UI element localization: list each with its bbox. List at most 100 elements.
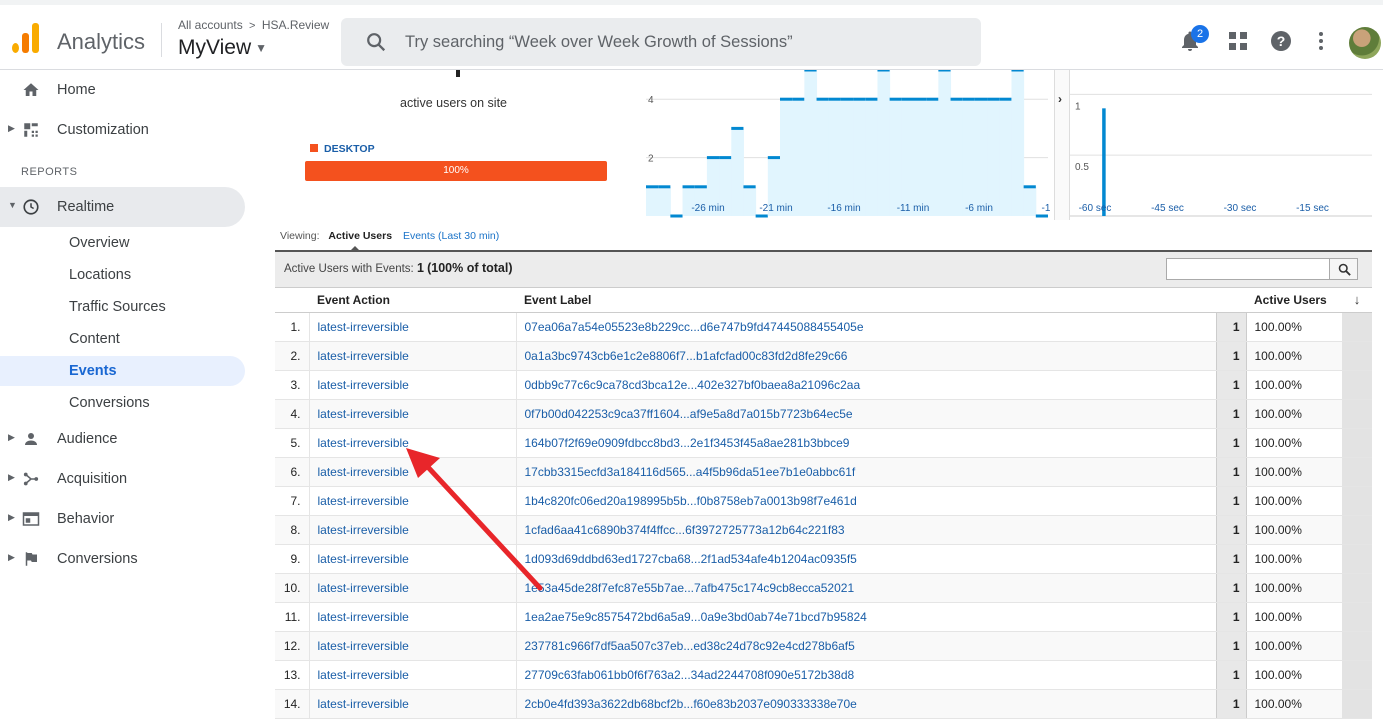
row-event-label[interactable]: 07ea06a7a54e05523e8b229cc...d6e747b9fd47… xyxy=(516,312,1217,342)
sidebar-item-conversions[interactable]: ▶ Conversions xyxy=(0,539,245,579)
chart-bar xyxy=(743,186,757,216)
sidebar-item-behavior[interactable]: ▶ Behavior xyxy=(0,499,245,539)
analytics-logo[interactable] xyxy=(12,23,40,53)
sidebar-subitem-events[interactable]: Events xyxy=(0,356,245,386)
y-tick-label: 4 xyxy=(648,95,654,106)
row-event-action[interactable]: latest-irreversible xyxy=(309,312,517,342)
chart-bar xyxy=(1102,108,1106,216)
row-event-label[interactable]: 164b07f2f69e0909fdbcc8bd3...2e1f3453f45a… xyxy=(516,428,1217,458)
row-active-users-percent: 100.00% xyxy=(1246,486,1342,516)
crumb-account[interactable]: HSA.Review xyxy=(262,18,329,32)
active-users-count-clip xyxy=(456,70,460,77)
sidebar: Home ▶ Customization REPORTS ▼ Realtime … xyxy=(0,70,270,703)
chart-bar xyxy=(780,99,793,216)
row-event-label[interactable]: 2cb0e4fd393a3622db68bcf2b...f60e83b2037e… xyxy=(516,689,1217,719)
breadcrumb[interactable]: All accounts > HSA.Review xyxy=(178,18,329,32)
row-event-label[interactable]: 0f7b00d042253c9ca37ff1604...af9e5a8d7a01… xyxy=(516,399,1217,429)
crumb-all-accounts[interactable]: All accounts xyxy=(178,18,243,32)
x-tick-label: -21 min xyxy=(759,203,792,214)
chart-bar xyxy=(816,99,830,216)
sidebar-item-realtime[interactable]: ▼ Realtime xyxy=(0,187,245,227)
table-row[interactable]: 12. latest-irreversible 237781c966f7df5aa5… xyxy=(275,631,1372,661)
y-tick-label: 2 xyxy=(648,154,654,165)
sidebar-item-home[interactable]: Home xyxy=(0,70,245,110)
row-event-label[interactable]: 17cbb3315ecfd3a184116d565...a4f5b96da51e… xyxy=(516,457,1217,487)
row-event-label[interactable]: 27709c63fab061bb0f6f763a2...34ad2244708f… xyxy=(516,660,1217,690)
row-event-label[interactable]: 1ea2ae75e9c8575472bd6a5a9...0a9e3bd0ab74… xyxy=(516,602,1217,632)
table-row[interactable]: 11. latest-irreversible 1ea2ae75e9c8575472… xyxy=(275,602,1372,632)
chart-panel-separator[interactable]: › xyxy=(1054,70,1070,220)
row-event-action[interactable]: latest-irreversible xyxy=(309,399,517,429)
table-filter-button[interactable] xyxy=(1329,258,1358,280)
view-name: MyView xyxy=(178,36,252,59)
header-event-label[interactable]: Event Label xyxy=(516,288,1216,313)
row-active-users-percent: 100.00% xyxy=(1246,660,1342,690)
header-event-action[interactable]: Event Action xyxy=(309,288,516,313)
row-active-users-percent: 100.00% xyxy=(1246,631,1342,661)
active-users-caption: active users on site xyxy=(400,96,507,110)
row-active-users-percent: 100.00% xyxy=(1246,370,1342,400)
sort-arrow-icon[interactable]: ↓ xyxy=(1342,288,1372,313)
more-vert-icon[interactable] xyxy=(1309,29,1333,53)
row-event-label[interactable]: 1b4c820fc06ed20a198995b5b...f0b8758eb7a0… xyxy=(516,486,1217,516)
row-bar-cell xyxy=(1342,428,1372,458)
help-icon[interactable]: ? xyxy=(1269,29,1293,53)
row-event-label[interactable]: 0a1a3bc9743cb6e1c2e8806f7...b1afcfad00c8… xyxy=(516,341,1217,371)
table-row[interactable]: 14. latest-irreversible 2cb0e4fd393a3622db… xyxy=(275,689,1372,719)
table-row[interactable]: 3. latest-irreversible 0dbb9c77c6c9ca78cd3… xyxy=(275,370,1372,400)
chart-bar xyxy=(1023,186,1037,216)
sidebar-subitem-locations[interactable]: Locations xyxy=(0,260,245,290)
chart-bar xyxy=(865,99,878,216)
chart-bar xyxy=(938,70,952,216)
header-active-users[interactable]: Active Users xyxy=(1246,288,1342,313)
sidebar-subitem-conversions[interactable]: Conversions xyxy=(0,388,245,418)
view-selector[interactable]: MyView ▼ xyxy=(178,36,267,60)
sidebar-item-acquisition[interactable]: ▶ Acquisition xyxy=(0,459,245,499)
sidebar-subitem-overview[interactable]: Overview xyxy=(0,228,245,258)
table-row[interactable]: 1. latest-irreversible 07ea06a7a54e05523e8… xyxy=(275,312,1372,342)
row-event-label[interactable]: 1d093d69ddbd63ed1727cba68...2f1ad534afe4… xyxy=(516,544,1217,574)
row-event-action[interactable]: latest-irreversible xyxy=(309,689,517,719)
sidebar-item-customization[interactable]: ▶ Customization xyxy=(0,110,245,150)
avatar[interactable] xyxy=(1349,27,1381,59)
row-event-label[interactable]: 1e53a45de28f7efc87e55b7ae...7afb475c174c… xyxy=(516,573,1217,603)
table-header-row: Event Action Event Label Active Users ↓ xyxy=(275,288,1372,313)
row-index: 5. xyxy=(275,428,310,458)
chart-bar xyxy=(877,70,891,216)
per-minute-chart: 4 2 -26 min -21 min -16 min -11 min -6 min -1 xyxy=(646,70,1051,218)
sidebar-subitem-traffic-sources[interactable]: Traffic Sources xyxy=(0,292,245,322)
row-event-action[interactable]: latest-irreversible xyxy=(309,341,517,371)
row-active-users: 1 xyxy=(1216,515,1247,545)
row-index: 9. xyxy=(275,544,310,574)
sidebar-item-audience[interactable]: ▶ Audience xyxy=(0,419,245,459)
tab-events-last-30[interactable]: Events (Last 30 min) xyxy=(403,230,499,242)
table-filter-input[interactable] xyxy=(1166,258,1330,280)
row-index: 8. xyxy=(275,515,310,545)
row-active-users: 1 xyxy=(1216,341,1247,371)
row-bar-cell xyxy=(1342,312,1372,342)
row-bar-cell xyxy=(1342,631,1372,661)
sidebar-subitem-content[interactable]: Content xyxy=(0,324,245,354)
search-input[interactable]: Try searching “Week over Week Growth of … xyxy=(341,18,981,66)
row-index: 11. xyxy=(275,602,310,632)
table-row[interactable]: 13. latest-irreversible 27709c63fab061bb0f… xyxy=(275,660,1372,690)
row-event-action[interactable]: latest-irreversible xyxy=(309,370,517,400)
x-tick-label: -1 xyxy=(1042,203,1051,214)
subitem-label: Content xyxy=(69,331,120,347)
row-event-label[interactable]: 237781c966f7df5aa507c37eb...ed38c24d78c9… xyxy=(516,631,1217,661)
row-active-users: 1 xyxy=(1216,689,1247,719)
row-event-label[interactable]: 1cfad6aa41c6890b374f4ffcc...6f3972725773… xyxy=(516,515,1217,545)
row-bar-cell xyxy=(1342,399,1372,429)
main-content: active users on site DESKTOP 100% 4 2 -26 … xyxy=(270,70,1383,719)
row-event-action[interactable]: latest-irreversible xyxy=(309,660,517,690)
chart-bar xyxy=(853,99,866,216)
row-event-action[interactable]: latest-irreversible xyxy=(309,631,517,661)
apps-grid-icon[interactable] xyxy=(1226,29,1250,53)
device-legend: DESKTOP xyxy=(310,143,375,155)
row-event-action[interactable]: latest-irreversible xyxy=(309,602,517,632)
tab-active-users[interactable]: Active Users xyxy=(328,230,392,242)
table-row[interactable]: 4. latest-irreversible 0f7b00d042253c9ca37… xyxy=(275,399,1372,429)
row-event-label[interactable]: 0dbb9c77c6c9ca78cd3bca12e...402e327bf0ba… xyxy=(516,370,1217,400)
row-active-users: 1 xyxy=(1216,544,1247,574)
table-row[interactable]: 2. latest-irreversible 0a1a3bc9743cb6e1c2e… xyxy=(275,341,1372,371)
